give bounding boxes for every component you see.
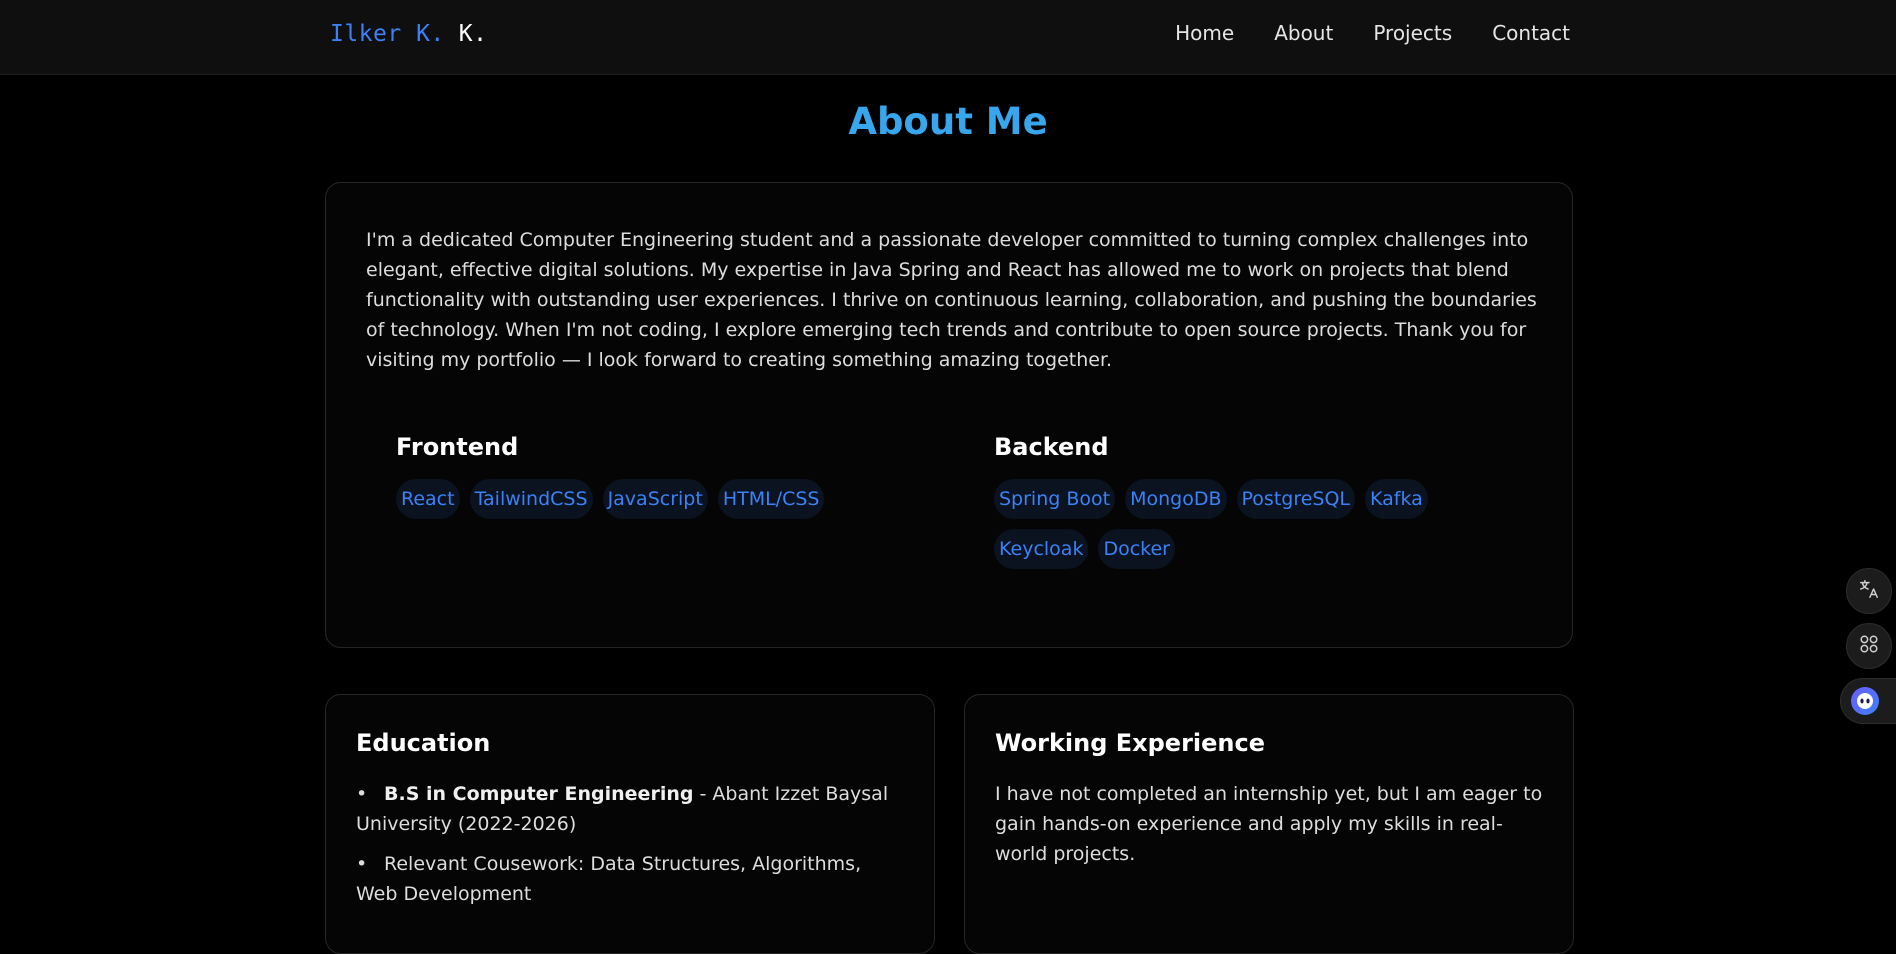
experience-card: Working Experience I have not completed … xyxy=(964,694,1574,954)
nav-contact[interactable]: Contact xyxy=(1492,21,1570,45)
skill-tag: PostgreSQL xyxy=(1236,479,1356,519)
frontend-title: Frontend xyxy=(396,433,519,461)
backend-tags: Spring Boot MongoDB PostgreSQL Kafka Key… xyxy=(994,479,1494,569)
skill-tag: React xyxy=(396,479,460,519)
frontend-skills: Frontend React TailwindCSS JavaScript HT… xyxy=(396,433,896,519)
backend-skills: Backend Spring Boot MongoDB PostgreSQL K… xyxy=(994,433,1494,569)
backend-title: Backend xyxy=(994,433,1109,461)
skill-tag: JavaScript xyxy=(602,479,708,519)
skill-tag: Kafka xyxy=(1365,479,1428,519)
nav-about[interactable]: About xyxy=(1274,21,1333,45)
about-card: I'm a dedicated Computer Engineering stu… xyxy=(325,182,1573,648)
apps-icon xyxy=(1858,633,1880,659)
skill-tag: MongoDB xyxy=(1125,479,1227,519)
translate-button[interactable] xyxy=(1846,568,1892,614)
page-title: About Me xyxy=(848,100,1048,143)
frontend-tags: React TailwindCSS JavaScript HTML/CSS xyxy=(396,479,896,519)
list-item: • Relevant Cousework: Data Structures, Al… xyxy=(356,853,862,905)
translate-icon xyxy=(1858,578,1880,604)
brand-name: Ilker K. xyxy=(330,21,445,47)
skill-tag: HTML/CSS xyxy=(717,479,825,519)
assistant-icon xyxy=(1851,687,1879,715)
nav-home[interactable]: Home xyxy=(1175,21,1234,45)
skill-tag: Spring Boot xyxy=(994,479,1116,519)
experience-title: Working Experience xyxy=(995,729,1266,757)
skill-tag: TailwindCSS xyxy=(469,479,593,519)
experience-text: I have not completed an internship yet, … xyxy=(995,783,1543,865)
skill-tag: Docker xyxy=(1098,529,1175,569)
degree-name: B.S in Computer Engineering xyxy=(384,783,694,805)
education-title: Education xyxy=(356,729,491,757)
navbar: Ilker K. K. Home About Projects Contact xyxy=(0,0,1896,75)
apps-button[interactable] xyxy=(1846,623,1892,669)
brand-initial: K. xyxy=(458,21,488,47)
nav-projects[interactable]: Projects xyxy=(1373,21,1452,45)
skill-tag: Keycloak xyxy=(994,529,1089,569)
coursework-text: Relevant Cousework: Data Structures, Alg… xyxy=(356,853,862,905)
education-list: • B.S in Computer Engineering - Abant Izz… xyxy=(356,779,896,919)
about-description: I'm a dedicated Computer Engineering stu… xyxy=(366,229,1537,371)
nav-links: Home About Projects Contact xyxy=(1175,21,1570,45)
list-item: • B.S in Computer Engineering - Abant Izz… xyxy=(356,783,889,835)
education-card: Education • B.S in Computer Engineering -… xyxy=(325,694,935,954)
assistant-button[interactable] xyxy=(1840,678,1896,724)
brand-logo[interactable]: Ilker K. K. xyxy=(330,21,487,47)
